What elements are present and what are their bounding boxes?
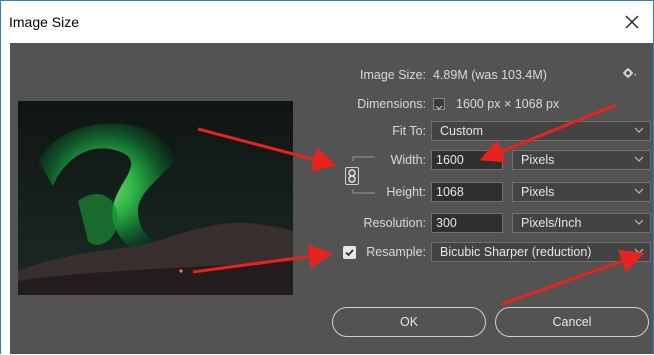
resolution-label: Resolution: <box>363 216 426 230</box>
chevron-down-icon <box>634 188 644 194</box>
image-preview[interactable] <box>18 101 293 295</box>
width-unit-select[interactable]: Pixels <box>512 150 651 170</box>
close-icon[interactable] <box>617 7 647 37</box>
dimensions-value: 1600 px × 1068 px <box>456 97 560 111</box>
image-size-label: Image Size: <box>359 68 426 82</box>
resample-value: Bicubic Sharper (reduction) <box>440 245 592 259</box>
ok-button[interactable]: OK <box>332 307 486 337</box>
height-unit-select[interactable]: Pixels <box>512 182 651 202</box>
dialog-content: Image Size: 4.89M (was 103.4M) Dimension… <box>10 43 653 354</box>
dimensions-dropdown[interactable] <box>433 98 445 110</box>
resolution-input[interactable]: 300 <box>431 213 503 233</box>
height-unit-value: Pixels <box>521 185 555 199</box>
fit-to-label: Fit To: <box>392 124 426 138</box>
width-label: Width: <box>390 153 426 167</box>
chevron-down-icon <box>634 156 644 162</box>
height-label: Height: <box>386 185 426 199</box>
resample-label: Resample: <box>366 245 426 259</box>
width-unit-value: Pixels <box>521 153 555 167</box>
cancel-button[interactable]: Cancel <box>495 307 649 337</box>
resample-checkbox[interactable] <box>343 246 356 259</box>
fit-to-value: Custom <box>440 124 484 138</box>
image-size-value: 4.89M (was 103.4M) <box>433 68 547 82</box>
dialog-title: Image Size <box>9 14 80 30</box>
gear-icon[interactable] <box>623 67 637 82</box>
chevron-down-icon <box>634 127 644 133</box>
frame-left <box>1 43 10 354</box>
resample-select[interactable]: Bicubic Sharper (reduction) <box>431 242 651 262</box>
title-bar: Image Size <box>1 1 653 43</box>
chevron-down-icon <box>634 219 644 225</box>
link-icon[interactable] <box>345 167 359 185</box>
resolution-unit-value: Pixels/Inch <box>521 216 582 230</box>
image-size-dialog: Image Size Image Size: 4.89M (was 103.4M… <box>0 0 654 354</box>
chevron-down-icon <box>634 248 644 254</box>
height-input[interactable]: 1068 <box>431 182 503 202</box>
dimensions-label: Dimensions: <box>357 97 426 111</box>
resolution-unit-select[interactable]: Pixels/Inch <box>512 213 651 233</box>
fit-to-select[interactable]: Custom <box>431 121 651 141</box>
width-input[interactable]: 1600 <box>431 150 503 170</box>
